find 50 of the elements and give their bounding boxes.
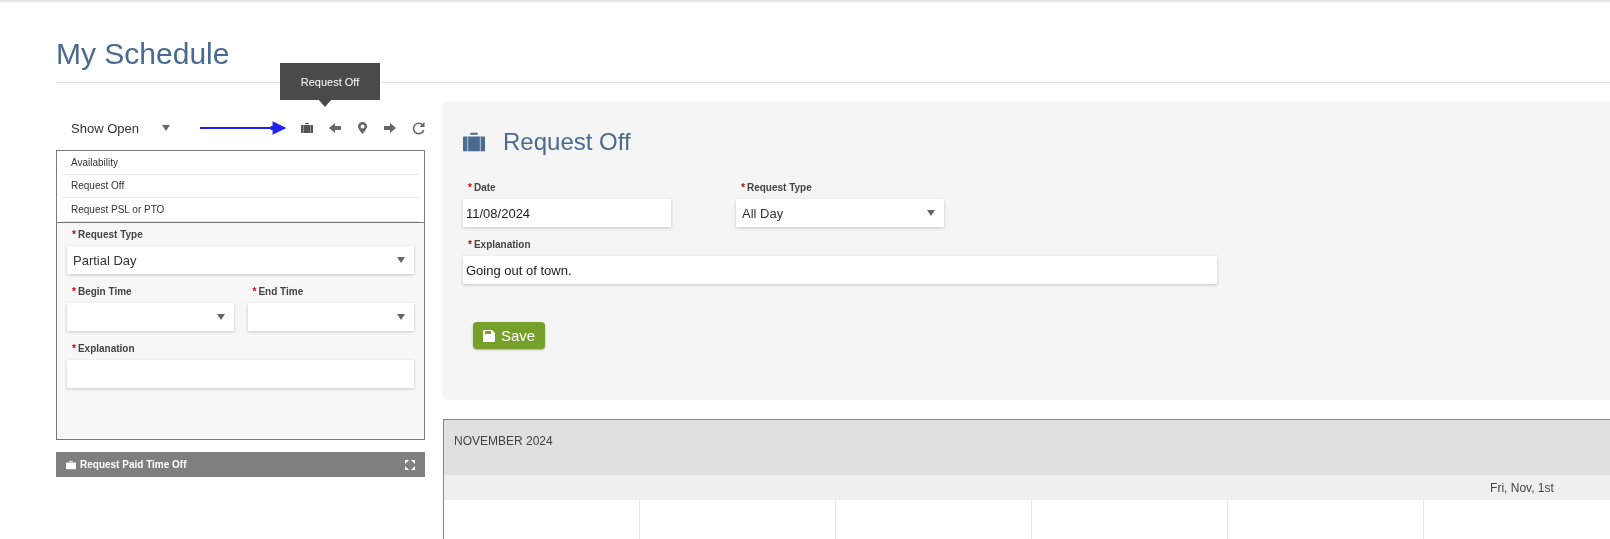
suitcase-icon <box>66 459 76 470</box>
toolbar-button[interactable] <box>383 121 398 135</box>
caret-icon <box>162 125 171 131</box>
map-pin-icon <box>358 122 368 134</box>
left-arrow-icon <box>328 122 341 134</box>
day-header: Fri, Nov, 1st <box>1490 480 1554 495</box>
suitcase-icon <box>463 131 485 153</box>
tooltip: Request Off <box>280 63 380 100</box>
tooltip-pointer-icon <box>318 99 332 107</box>
explanation-field[interactable]: Going out of town. <box>463 256 1217 284</box>
required-mark: * <box>72 286 76 297</box>
collapsed-panel-bar[interactable]: Request Paid Time Off <box>56 452 425 477</box>
explanation-field[interactable] <box>67 360 414 388</box>
required-mark: * <box>252 286 257 297</box>
required-mark: * <box>72 343 76 354</box>
caret-icon <box>216 314 225 320</box>
required-mark: * <box>468 182 472 193</box>
pointer-arrow-icon <box>200 121 287 135</box>
caret-icon <box>927 210 935 216</box>
toolbar-button[interactable] <box>328 121 342 135</box>
field-label: Explanation <box>77 343 135 354</box>
calendar-month: NOVEMBER 2024 <box>454 434 553 448</box>
page-title: My Schedule <box>56 36 231 72</box>
card-title: Request Off <box>503 128 631 156</box>
menu-item[interactable]: Availability <box>62 151 419 175</box>
field-label: End Time <box>258 286 304 297</box>
request-type-dropdown[interactable]: Partial Day <box>67 246 414 274</box>
field-label: Explanation <box>473 239 531 250</box>
menu-item[interactable]: Request Off <box>62 174 419 198</box>
required-mark: * <box>72 229 76 240</box>
toolbar-button[interactable] <box>355 121 370 135</box>
right-arrow-icon <box>384 122 397 134</box>
required-mark: * <box>741 182 745 193</box>
refresh-icon <box>411 121 425 135</box>
toolbar-button[interactable] <box>300 121 315 135</box>
field-label: Date <box>473 182 496 193</box>
caret-icon <box>397 314 405 320</box>
field-label: Request Type <box>77 229 143 240</box>
expand-icon <box>405 459 415 470</box>
suitcase-icon <box>301 122 314 134</box>
panel-title: Request Paid Time Off <box>80 459 187 470</box>
request-type-dropdown[interactable]: All Day <box>736 199 944 227</box>
menu-item[interactable]: Request PSL or PTO <box>62 198 419 222</box>
filter-dropdown[interactable]: Show Open <box>56 120 171 136</box>
field-label: Request Type <box>746 182 812 193</box>
toolbar-button[interactable] <box>411 121 425 135</box>
date-field[interactable]: 11/08/2024 <box>463 199 671 227</box>
required-mark: * <box>468 239 472 250</box>
field-label: Begin Time <box>77 286 132 297</box>
caret-icon <box>397 257 405 263</box>
